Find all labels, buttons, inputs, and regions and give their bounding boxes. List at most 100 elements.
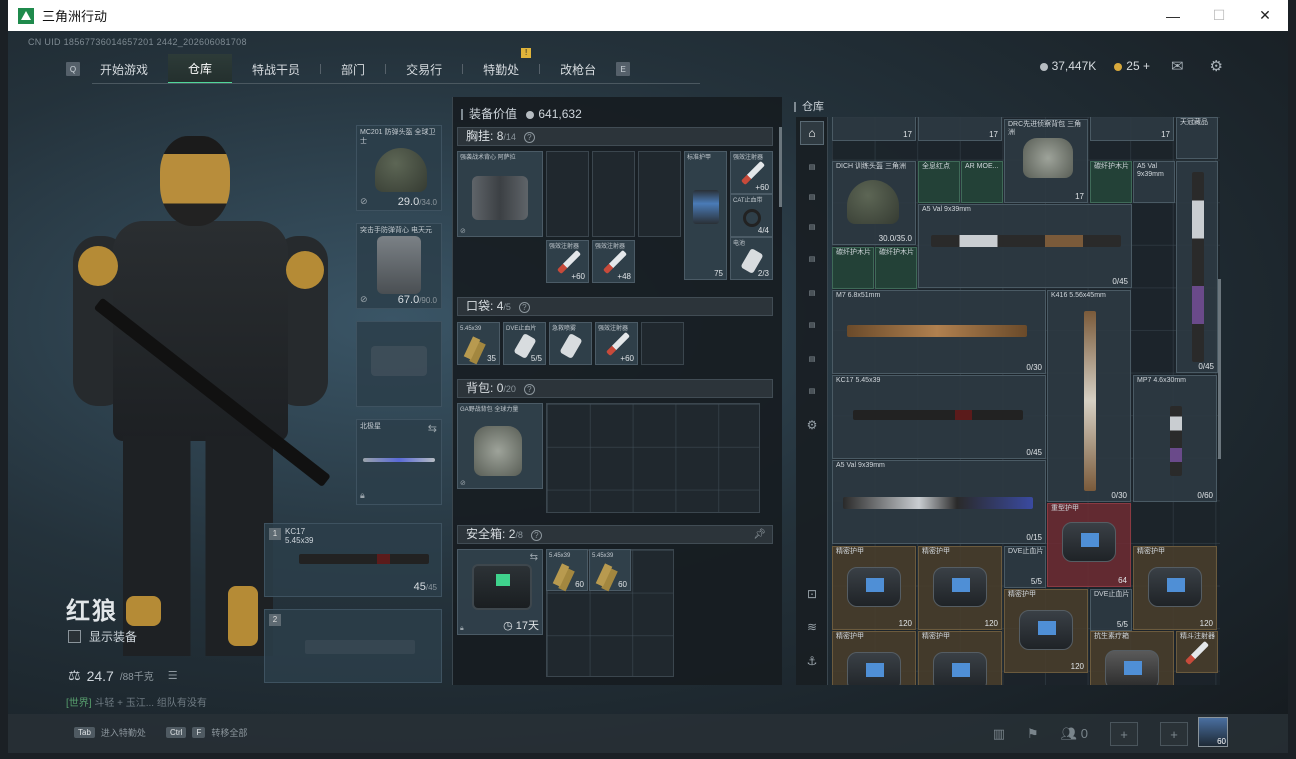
backpack-grid[interactable] [546,403,760,513]
help-icon[interactable]: ? [518,302,530,313]
storage-a5val-2[interactable]: A5 Val 9x39mm 0/15 [832,460,1046,544]
storage-syringe[interactable]: 精斗注射器 [1176,631,1218,673]
storage-tab-icon[interactable]: ▤ [800,215,824,239]
storage-filter-icon[interactable]: ⊡ [800,582,824,606]
storage-backpack[interactable]: DRC先进侦察背包 三角洲 17 [1004,119,1088,203]
pocket-syringe[interactable]: 强效注射器 +60 [595,322,638,365]
tab-operators[interactable]: 特战干员 [232,54,320,84]
pin-icon[interactable]: 📌︎ [753,526,766,543]
team-slot-add[interactable]: + [1160,722,1188,746]
storage-tab-icon[interactable]: ▤ [800,313,824,337]
tab-trading[interactable]: 交易行 [386,54,462,84]
storage-grip[interactable]: AR MOE... [961,161,1003,203]
storage-bandage[interactable]: DVE止血片 5/5 [1004,546,1046,588]
show-equipment-checkbox[interactable] [68,630,81,643]
friends-icon[interactable]: 👥︎ 0 [1061,726,1088,742]
storage-item[interactable]: 17 [832,117,916,141]
storage-grid[interactable]: 17 17 17 天冠藏品 DICH 训练头盔 三角洲 30.0/35.0 全息… [832,117,1220,685]
storage-armor[interactable]: 精密护甲 [832,631,916,685]
flag-icon[interactable]: ⚑ [1027,726,1039,742]
rig-tourniquet[interactable]: CAT止血带 4/4 [730,194,773,237]
storage-bandage[interactable]: DVE止血片 5/5 [1090,589,1132,631]
rig-syringe[interactable]: 强效注射器 +60 [730,151,773,194]
storage-a5val[interactable]: A5 Val 9x39mm 0/45 [918,204,1132,288]
tab-warehouse[interactable]: 仓库 [168,54,233,84]
minimize-button[interactable]: — [1150,0,1196,31]
storage-tab-icon[interactable]: ▤ [800,379,824,403]
tab-start-game[interactable]: 开始游戏 [80,54,168,84]
gold-currency[interactable]: 25 + [1114,59,1150,73]
storage-settings-icon[interactable]: ⚙ [800,413,824,437]
storage-handguard[interactable]: 碳纤护木片 [875,247,917,289]
pocket-bandage[interactable]: DVE止血片 5/5 [503,322,546,365]
storage-item[interactable]: 17 [1090,117,1174,141]
hint-transfer-all[interactable]: Ctrl F 转移全部 [166,726,247,739]
backpack-item[interactable]: GA野战背包 全球力量 ⊘ [457,403,543,489]
storage-item[interactable]: A5 Val 9x39mm [1133,161,1175,203]
storage-handguard[interactable]: 碳纤护木片 [832,247,874,289]
hint-enter-special-ops[interactable]: Tab 进入特勤处 [74,726,146,739]
storage-scrollbar[interactable] [1218,279,1221,459]
storage-sort-icon[interactable]: ⚓︎ [800,649,824,673]
storage-helmet[interactable]: DICH 训练头盔 三角洲 30.0/35.0 [832,161,916,245]
tab-gunsmith[interactable]: 改枪台 [540,54,616,84]
list-icon[interactable]: ☰ [168,669,178,682]
storage-tab-icon[interactable]: ▤ [800,247,824,271]
loadout-scrollbar[interactable] [779,127,782,207]
pocket-spray[interactable]: 急救喷雾 [549,322,592,365]
rig-empty-cell[interactable] [546,151,589,237]
swap-icon[interactable]: ⇆ [530,552,538,563]
help-icon[interactable]: ? [523,384,535,395]
help-icon[interactable]: ? [523,132,535,143]
storage-sight[interactable]: 全息红点 [918,161,960,203]
rig-battery[interactable]: 电池 2/3 [730,237,773,280]
storage-armor[interactable]: 精密护甲 120 [1004,589,1088,673]
rig-armor-plate[interactable]: 标准护甲 75 [684,151,727,280]
safe-box-item[interactable]: ⇆ 🔒︎ ◷ 17天 [457,549,543,635]
melee-slot[interactable]: 北极星 ⇆ 🔒︎ [356,419,442,505]
rig-empty-cell[interactable] [638,151,681,237]
storage-armor[interactable]: 精密护甲 120 [918,546,1002,630]
help-icon[interactable]: ? [530,530,542,541]
storage-armor[interactable]: 精密护甲 120 [1133,546,1217,630]
show-equipment-toggle[interactable]: 显示装备 [68,628,137,645]
storage-item[interactable]: 天冠藏品 [1176,117,1218,159]
storage-k416[interactable]: K416 5.56x45mm 0/30 [1047,290,1131,502]
storage-handguard[interactable]: 碳纤护木片 [1090,161,1132,203]
tab-special-ops[interactable]: 特勤处 ! [463,48,539,84]
pocket-empty-cell[interactable] [641,322,684,365]
storage-tab-icon[interactable]: ▤ [800,185,824,209]
storage-tab-icon[interactable]: ▤ [800,281,824,305]
avatar[interactable]: 60 [1198,717,1228,747]
storage-m7[interactable]: M7 6.8x51mm 0/30 [832,290,1046,374]
rig-syringe[interactable]: 强效注射器 +48 [592,240,635,283]
primary-weapon-slot-1[interactable]: 1 KC17 5.45x39 45/45 [264,523,442,597]
storage-home-icon[interactable]: ⌂ [800,121,824,145]
storage-tab-icon[interactable]: ▤ [800,155,824,179]
storage-medkit[interactable]: 抗生素疗箱 [1090,631,1174,685]
storage-heavy-armor[interactable]: 重型护甲 64 [1047,503,1131,587]
helmet-slot[interactable]: MC201 防弹头盔 全球卫士 ⊘ 29.0/34.0 [356,125,442,211]
primary-weapon-slot-2[interactable]: 2 [264,609,442,683]
armor-slot[interactable]: 突击手防弹背心 电天元 ⊘ 67.0/90.0 [356,223,442,309]
chat-line[interactable]: [世界] 斗轻 + 玉江... 组队有没有 [66,694,207,709]
pocket-ammo[interactable]: 5.45x39 35 [457,322,500,365]
storage-mp7[interactable]: MP7 4.6x30mm 0/60 [1133,375,1217,502]
chest-rig-item[interactable]: 强袭战术背心 阿萨拉 ⊘ [457,151,543,237]
stats-icon[interactable]: ▥ [993,726,1005,742]
swap-icon[interactable]: ⇆ [428,422,437,435]
storage-armor[interactable]: 精密护甲 [918,631,1002,685]
team-slot-add[interactable]: + [1110,722,1138,746]
close-button[interactable]: ✕ [1242,0,1288,31]
pistol-slot[interactable] [356,321,442,407]
rig-syringe[interactable]: 强效注射器 +60 [546,240,589,283]
tab-department[interactable]: 部门 [321,54,385,84]
gear-icon[interactable]: ⚙ [1210,57,1223,75]
storage-armor[interactable]: 精密护甲 120 [832,546,916,630]
safe-ammo[interactable]: 5.45x39 60 [546,549,588,591]
nav-prev-key[interactable]: Q [66,62,80,76]
nav-next-key[interactable]: E [616,62,631,76]
rig-empty-cell[interactable] [592,151,635,237]
storage-layers-icon[interactable]: ≋ [800,615,824,639]
storage-a5val-vertical[interactable]: 0/45 [1176,161,1218,373]
